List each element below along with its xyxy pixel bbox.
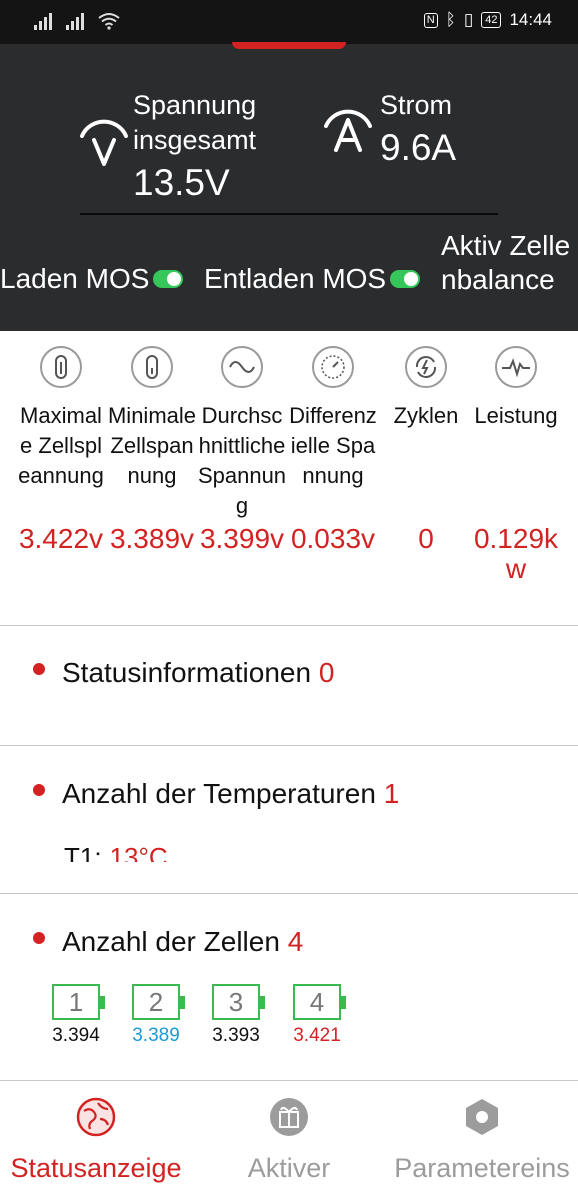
charge-mos-row: Laden MOS — [0, 262, 184, 296]
nav-tab-activator[interactable]: Aktiver — [192, 1097, 386, 1185]
voltage-min-icon — [131, 346, 173, 388]
voltage-icon — [80, 119, 128, 166]
cell-voltage: 3.421 — [293, 1025, 341, 1046]
active-balance-label: Aktiv Zellenbalance — [441, 230, 571, 295]
globe-icon — [76, 1097, 116, 1137]
metric-label: Zyklen — [393, 403, 459, 428]
nav-label: Aktiver — [247, 1153, 331, 1183]
metric-value: 3.389v — [109, 523, 195, 554]
signal-icon — [34, 12, 52, 30]
metric-value: 0 — [418, 523, 434, 554]
bluetooth-icon: ᛒ — [445, 10, 456, 29]
bullet-dot — [33, 663, 45, 675]
discharge-mos-toggle[interactable] — [390, 270, 421, 288]
cell-voltage: 3.393 — [212, 1025, 260, 1046]
cell-battery-icon: 2 — [132, 984, 185, 1020]
metric-differential-voltage: Differenzielle Spannung — [287, 346, 379, 491]
cycle-icon — [405, 346, 447, 388]
temperature-reading: T1: 13°C — [64, 840, 364, 862]
cell-indicator: 4 3.421 — [286, 984, 348, 1048]
nav-tab-status[interactable]: Statusanzeige — [0, 1097, 192, 1185]
discharge-mos-label: Entladen MOS — [204, 263, 387, 294]
status-info-title[interactable]: Statusinformationen 0 — [62, 656, 334, 690]
cell-indicator: 3 3.393 — [205, 984, 267, 1048]
cell-indicator: 2 3.389 — [125, 984, 187, 1048]
status-right: N ᛒ ▯ 42 14:44 — [423, 10, 552, 30]
temperature-sensor-label: T1: — [64, 842, 102, 862]
nav-label: Parametereins — [394, 1153, 570, 1183]
status-bar: N ᛒ ▯ 42 14:44 — [0, 0, 578, 44]
section-divider — [0, 745, 578, 746]
bullet-dot — [33, 784, 45, 796]
sine-wave-icon — [221, 346, 263, 388]
cell-battery-icon: 3 — [212, 984, 265, 1020]
signal-indicators — [34, 12, 120, 30]
section-divider — [0, 625, 578, 626]
cell-indicator: 1 3.394 — [45, 984, 107, 1048]
nfc-icon: N — [423, 12, 438, 28]
wifi-icon — [98, 13, 120, 30]
battery-icon: 42 — [481, 12, 502, 28]
charge-mos-label: Laden MOS — [0, 263, 150, 294]
discharge-mos-row: Entladen MOS — [204, 262, 421, 296]
metric-min-cell-voltage: Minimale Zellspannung — [106, 346, 198, 491]
metric-value: 3.422v — [18, 523, 104, 554]
section-title-text: Anzahl der Zellen — [62, 926, 280, 957]
cell-battery-icon: 4 — [293, 984, 346, 1020]
nav-label: Statusanzeige — [10, 1153, 182, 1183]
section-divider — [0, 893, 578, 894]
section-title-text: Statusinformationen — [62, 657, 312, 688]
vibrate-icon: ▯ — [463, 10, 474, 29]
total-voltage-label: Spannung insgesamt — [133, 90, 257, 155]
temperature-sensor-value: 13°C — [109, 842, 168, 862]
cells-count: 4 — [287, 926, 304, 957]
power-icon — [495, 346, 537, 388]
section-title-text: Anzahl der Temperaturen — [62, 778, 376, 809]
metric-value: 0.033v — [290, 523, 376, 554]
metric-cycles: Zyklen — [380, 346, 472, 431]
metric-average-voltage: Durchschnittliche Spannung — [196, 346, 288, 521]
charge-mos-toggle[interactable] — [153, 270, 184, 288]
gauge-icon — [312, 346, 354, 388]
cell-voltage: 3.389 — [132, 1025, 180, 1046]
signal-icon — [66, 12, 84, 30]
status-info-count: 0 — [318, 657, 335, 688]
current-icon — [324, 109, 372, 152]
bullet-dot — [33, 932, 45, 944]
metric-value: 3.399v — [199, 523, 285, 554]
nav-tab-parameters[interactable]: Parametereins — [386, 1097, 578, 1185]
cell-voltage: 3.394 — [52, 1025, 100, 1046]
total-voltage-value: 13.5V — [133, 162, 230, 203]
hexagon-settings-icon — [462, 1097, 502, 1137]
metric-label: Differenzielle Spannung — [289, 403, 377, 488]
gift-icon — [269, 1097, 309, 1137]
metric-label: Minimale Zellspannung — [107, 403, 197, 488]
clock: 14:44 — [509, 10, 552, 29]
current-label: Strom — [380, 90, 453, 120]
metric-value: 0.129kw — [473, 523, 559, 584]
current-value: 9.6A — [380, 127, 457, 168]
metric-label: Maximale Zellspleannung — [18, 403, 104, 488]
metric-label: Leistung — [474, 403, 558, 428]
temperature-count: 1 — [383, 778, 400, 809]
cell-metrics: Maximale Zellspleannung Minimale Zellspa… — [0, 331, 578, 625]
battery-summary-header: Spannung insgesamt 13.5V Strom 9.6A Lade… — [0, 42, 578, 331]
metric-max-cell-voltage: Maximale Zellspleannung — [15, 346, 107, 491]
cells-title[interactable]: Anzahl der Zellen 4 — [62, 925, 303, 959]
voltage-max-icon — [40, 346, 82, 388]
header-divider — [80, 213, 498, 215]
cell-battery-icon: 1 — [52, 984, 105, 1020]
bottom-navigation: Statusanzeige Aktiver Parametereins — [0, 1080, 578, 1200]
metric-label: Durchschnittliche Spannung — [197, 403, 287, 518]
metric-power: Leistung — [470, 346, 562, 431]
header-tab-indicator — [232, 42, 346, 49]
temperature-title[interactable]: Anzahl der Temperaturen 1 — [62, 777, 399, 811]
